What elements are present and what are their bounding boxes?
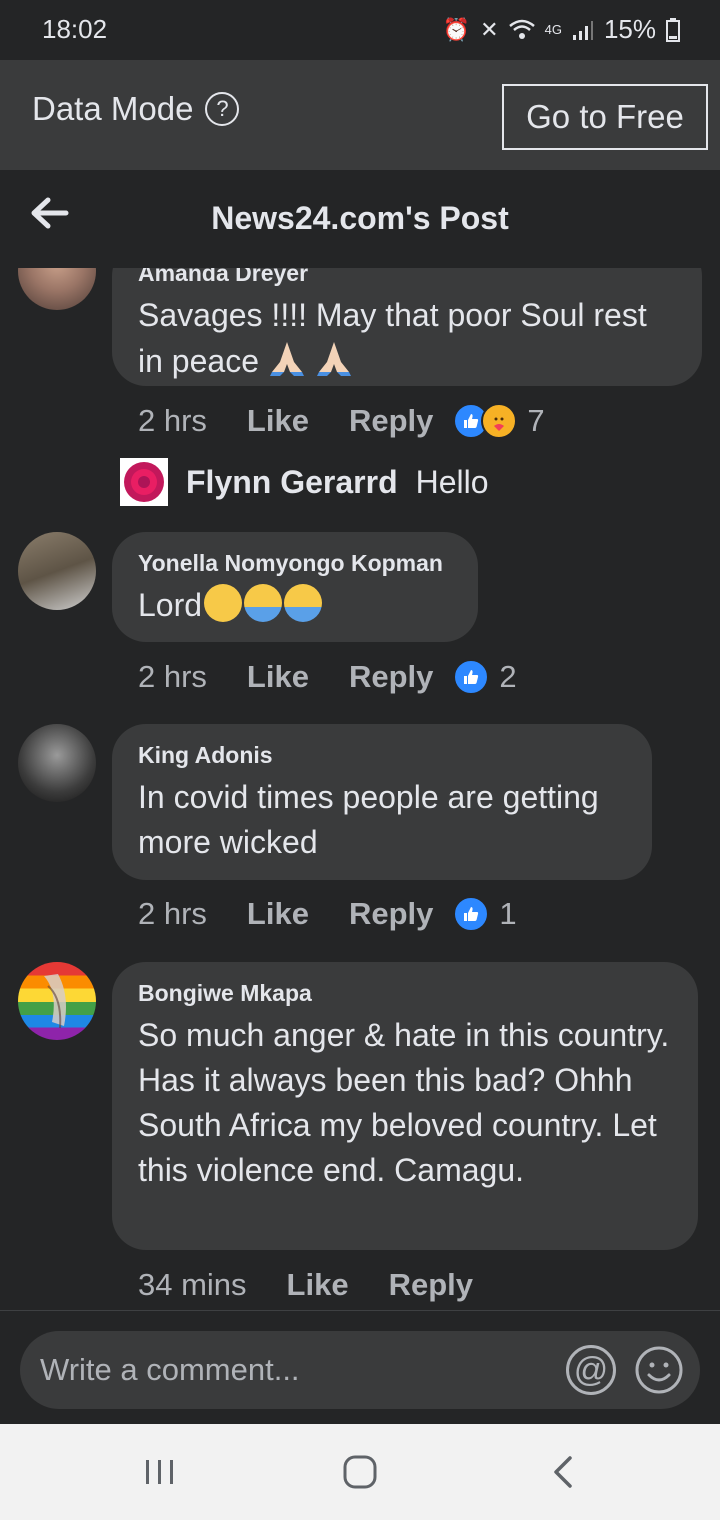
reply-text: Hello [415, 463, 489, 500]
comment-time: 2 hrs [138, 403, 207, 438]
status-bar: 18:02 ⏰ ✕ 4G 15% [0, 0, 720, 60]
comment-bubble[interactable]: Yonella Nomyongo Kopman Lord [112, 532, 478, 642]
alarm-icon: ⏰ [442, 16, 471, 42]
signal-icon [572, 20, 593, 40]
comment-author[interactable]: Yonella Nomyongo Kopman [138, 550, 452, 577]
reply-avatar[interactable] [120, 458, 168, 506]
comment-text-body: Savages !!!! May that poor Soul rest in … [138, 297, 647, 379]
reaction-count: 7 [527, 403, 545, 438]
comments-list[interactable]: Amanda Dreyer Savages !!!! May that poor… [0, 268, 720, 1310]
like-reaction-icon [453, 659, 490, 695]
comment-time: 2 hrs [138, 896, 207, 931]
data-mode-label: Data Mode ? [32, 90, 240, 128]
praying-hands-icon [269, 342, 304, 376]
crying-face-icon [284, 584, 323, 622]
hands-graphic [44, 974, 66, 1029]
reply-author[interactable]: Flynn Gerarrd [186, 464, 398, 501]
mention-icon[interactable]: @ [566, 1345, 616, 1395]
like-reaction-icon [453, 896, 490, 932]
avatar[interactable] [18, 724, 96, 802]
comment-text-body: Lord [138, 587, 203, 623]
like-button[interactable]: Like [247, 896, 309, 932]
reaction-count: 2 [499, 659, 517, 694]
comment-author[interactable]: Bongiwe Mkapa [138, 980, 672, 1007]
recent-apps-icon[interactable] [140, 1452, 180, 1492]
network-type: 4G [544, 22, 562, 37]
data-mode-text: Data Mode [32, 90, 194, 127]
comment-input[interactable] [40, 1331, 540, 1409]
back-icon[interactable] [544, 1452, 584, 1492]
reaction-count: 1 [499, 896, 517, 931]
comment-author[interactable]: Amanda Dreyer [138, 268, 676, 287]
comment-text: Savages !!!! May that poor Soul rest in … [138, 293, 676, 384]
help-icon[interactable]: ? [205, 92, 240, 126]
emoji-picker-icon[interactable] [634, 1345, 684, 1395]
android-nav-bar [0, 1424, 720, 1520]
reply-button[interactable]: Reply [389, 1267, 473, 1303]
sleepy-face-icon [204, 584, 243, 622]
avatar[interactable] [18, 532, 96, 610]
post-title: News24.com's Post [211, 200, 509, 236]
comment-text: In covid times people are getting more w… [138, 779, 599, 860]
home-icon[interactable] [340, 1452, 380, 1492]
status-time: 18:02 [42, 14, 108, 44]
comment-time: 2 hrs [138, 659, 207, 694]
reactions[interactable]: 1 [453, 896, 517, 932]
reply-button[interactable]: Reply [349, 659, 433, 695]
comment-composer-bar: @ [0, 1310, 720, 1424]
like-button[interactable]: Like [247, 659, 309, 695]
wifi-icon [508, 19, 535, 39]
comment-meta: 2 hrs Like Reply 2 [138, 659, 517, 695]
battery-percent: 15% [603, 14, 656, 44]
care-reaction-icon [481, 403, 518, 439]
like-button[interactable]: Like [287, 1267, 349, 1303]
battery-icon [666, 17, 680, 42]
avatar[interactable] [18, 268, 96, 310]
reply-button[interactable]: Reply [349, 403, 433, 439]
comment-time: 34 mins [138, 1267, 247, 1302]
flower-avatar-icon [124, 462, 164, 502]
comment-bubble[interactable]: Bongiwe Mkapa So much anger & hate in th… [112, 962, 698, 1250]
data-mode-bar: Data Mode ? Go to Free [0, 60, 720, 170]
go-to-free-button[interactable]: Go to Free [502, 84, 708, 150]
post-header: News24.com's Post [0, 170, 720, 268]
status-icons: ⏰ ✕ 4G 15% [443, 14, 680, 45]
comment-author[interactable]: King Adonis [138, 742, 626, 769]
mute-icon: ✕ [480, 16, 499, 42]
comment-bubble[interactable]: King Adonis In covid times people are ge… [112, 724, 652, 880]
comment-meta: 34 mins Like Reply [138, 1267, 513, 1303]
praying-hands-icon [316, 342, 351, 376]
comment-text: So much anger & hate in this country. Ha… [138, 1017, 670, 1188]
comment-text: Lord [138, 583, 452, 628]
comment-meta: 2 hrs Like Reply 1 [138, 896, 517, 932]
comment-composer[interactable]: @ [20, 1331, 700, 1409]
comment-bubble[interactable]: Amanda Dreyer Savages !!!! May that poor… [112, 268, 702, 386]
crying-face-icon [244, 584, 283, 622]
like-button[interactable]: Like [247, 403, 309, 439]
reply-button[interactable]: Reply [349, 896, 433, 932]
avatar[interactable] [18, 962, 96, 1040]
comment-meta: 2 hrs Like Reply 7 [138, 403, 545, 439]
reactions[interactable]: 2 [453, 659, 517, 695]
reactions[interactable]: 7 [453, 403, 545, 439]
reply-preview[interactable]: Flynn Gerarrd Hello [120, 458, 489, 506]
